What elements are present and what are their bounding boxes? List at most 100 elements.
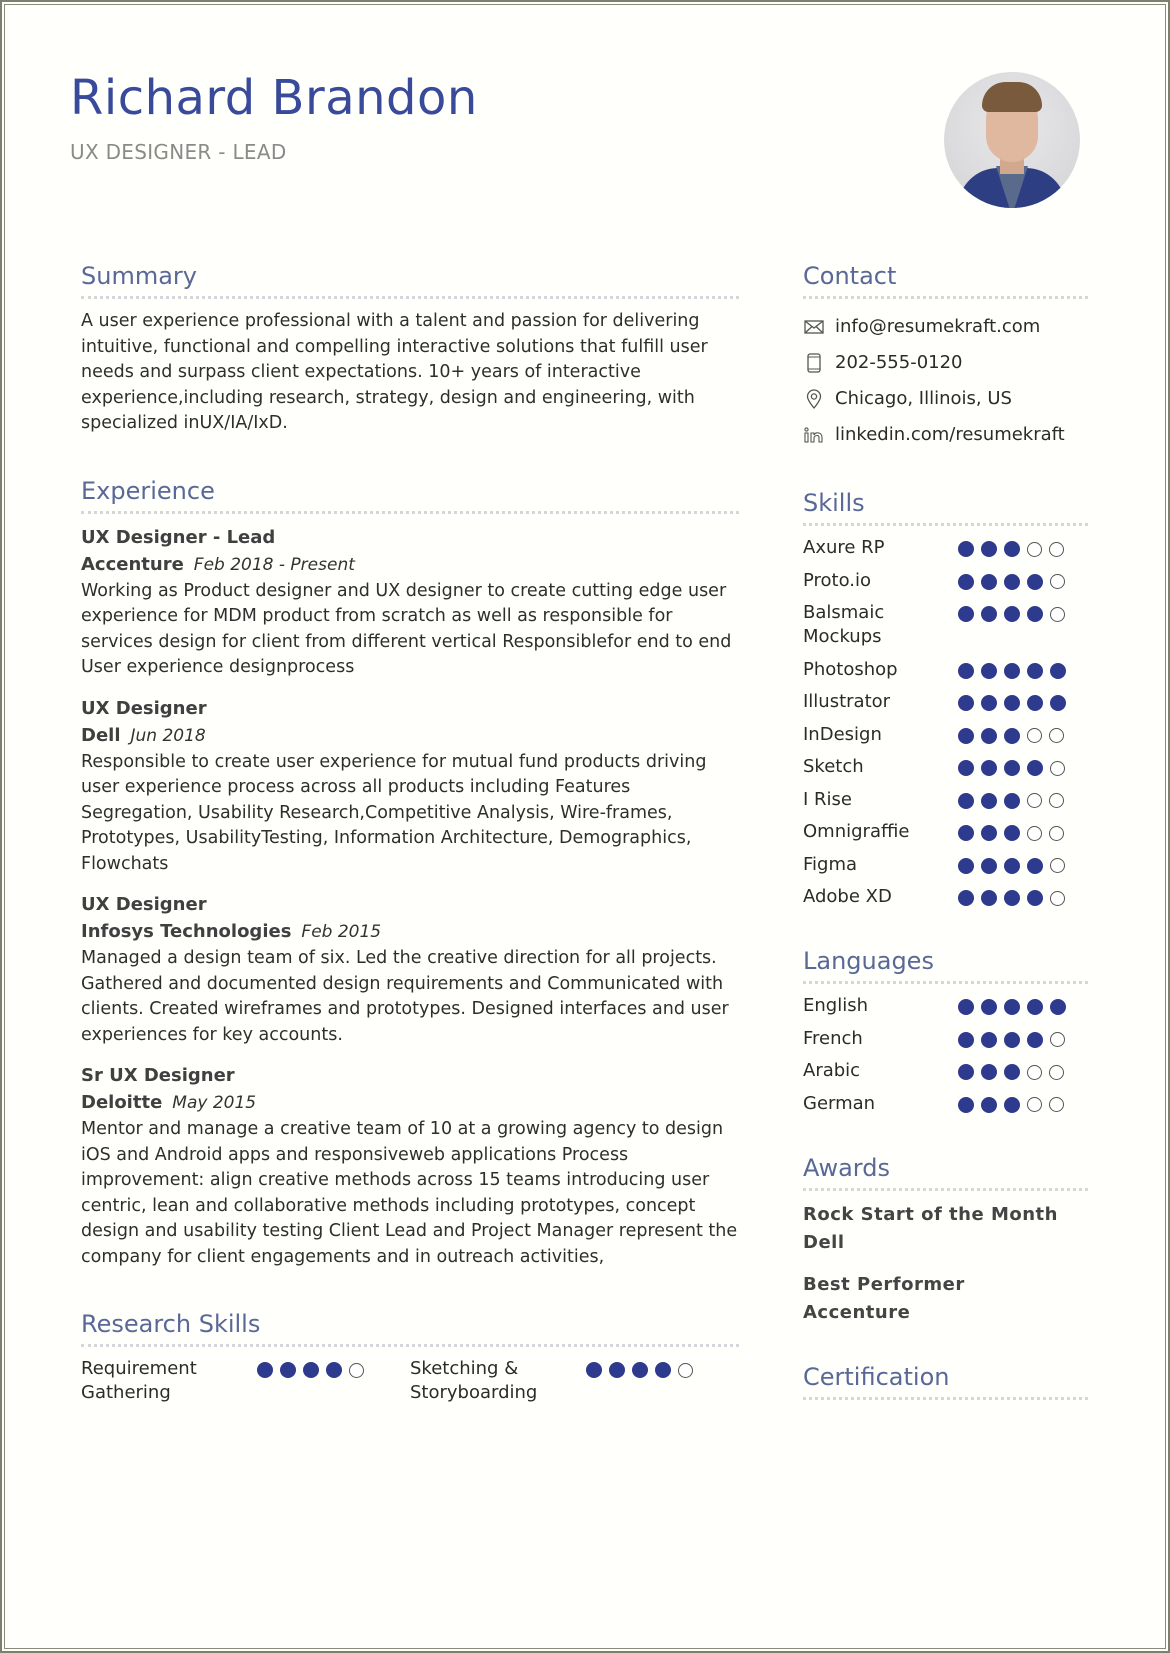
rating-dot-filled — [1027, 606, 1043, 622]
profile-photo — [944, 72, 1080, 208]
languages-label: English — [803, 995, 868, 1016]
rating-dot-filled — [1004, 695, 1020, 711]
languages-item: French — [803, 1027, 1088, 1051]
job-date: Feb 2015 — [301, 922, 382, 942]
rating-dot-empty — [1050, 890, 1065, 906]
rating-dot-filled — [981, 573, 997, 590]
rating-dot-filled — [958, 1031, 974, 1048]
rating-dot-filled — [1027, 857, 1043, 874]
rating-dot-empty — [349, 1362, 364, 1378]
languages-item: English — [803, 994, 1088, 1018]
rating-dot-filled — [958, 890, 974, 906]
skills-item: Figma — [803, 853, 1088, 877]
email-icon — [803, 316, 825, 338]
job-company: Deloitte — [81, 1092, 163, 1113]
rating-dot-filled — [1050, 662, 1066, 679]
rating-dot-filled — [981, 606, 997, 622]
rating-dot-filled — [958, 857, 974, 874]
skills-item: Omnigraffie — [803, 820, 1088, 844]
research-skill-label: Sketching & Storyboarding — [410, 1358, 538, 1403]
job-entry: UX Designer - Lead Accenture Feb 2018 - P… — [81, 524, 739, 681]
rating-dot-filled — [1027, 760, 1043, 776]
rating-dot-filled — [280, 1362, 296, 1378]
rating-dot-filled — [303, 1362, 319, 1378]
rating-dot-empty — [1027, 825, 1042, 841]
rating-dot-empty — [1050, 858, 1065, 873]
rating-dot-filled — [1004, 541, 1020, 557]
rating-dot-filled — [958, 541, 974, 557]
contact-linkedin[interactable]: linkedin.com/resumekraft — [803, 417, 1088, 453]
rating-dots — [958, 820, 1064, 841]
contact-location-text: Chicago, Illinois, US — [835, 388, 1012, 409]
skills-label: Photoshop — [803, 658, 898, 680]
skills-list: Axure RP Proto.io Balsmaic Mockups Photosho… — [803, 536, 1088, 909]
award-org: Accenture — [803, 1301, 911, 1323]
award-item: Best Performer Accenture — [803, 1271, 1088, 1327]
rating-dots — [958, 885, 1065, 906]
rating-dot-filled — [326, 1362, 342, 1378]
skills-item: Adobe XD — [803, 885, 1088, 909]
location-icon — [803, 388, 825, 410]
languages-list: English French Arabic German — [803, 994, 1088, 1116]
summary-section: Summary A user experience professional w… — [81, 262, 739, 437]
job-title: Sr UX Designer — [81, 1065, 235, 1086]
rating-dots — [958, 853, 1065, 874]
rating-dot-empty — [1050, 606, 1065, 622]
skills-item: Illustrator — [803, 690, 1088, 714]
contact-linkedin-text[interactable]: linkedin.com/resumekraft — [835, 417, 1065, 453]
rating-dot-filled — [981, 727, 997, 744]
rating-dots — [958, 1027, 1065, 1048]
skills-heading: Skills — [803, 489, 1088, 526]
rating-dot-filled — [958, 1096, 974, 1113]
contact-phone[interactable]: 202-555-0120 — [803, 345, 1088, 381]
summary-text: A user experience professional with a ta… — [81, 311, 708, 433]
certification-heading: Certification — [803, 1363, 1088, 1400]
rating-dot-filled — [1027, 1031, 1043, 1048]
sidebar-column: Contact info@resumekraft.com 202-555-012… — [803, 262, 1088, 1410]
rating-dot-filled — [1004, 760, 1020, 776]
rating-dot-filled — [1027, 999, 1043, 1015]
job-date: May 2015 — [172, 1093, 257, 1113]
rating-dot-filled — [958, 760, 974, 776]
rating-dots — [958, 1059, 1064, 1080]
rating-dot-filled — [1004, 857, 1020, 874]
job-company: Dell — [81, 724, 121, 746]
research-skills-list: Requirement Gathering Sketching & Storyb… — [81, 1357, 739, 1405]
skills-label: Figma — [803, 853, 858, 875]
contact-email[interactable]: info@resumekraft.com — [803, 309, 1088, 345]
skills-label: InDesign — [803, 723, 882, 745]
research-skills-section: Research Skills Requirement Gathering Sk… — [81, 1310, 739, 1405]
rating-dot-filled — [1004, 999, 1020, 1015]
rating-dot-empty — [1049, 1064, 1064, 1080]
languages-label: German — [803, 1092, 876, 1114]
rating-dot-filled — [1004, 890, 1020, 906]
job-company: Infosys Technologies — [81, 921, 292, 942]
rating-dot-empty — [1027, 793, 1042, 808]
rating-dot-empty — [1049, 1097, 1064, 1112]
skills-label: Adobe XD — [803, 886, 892, 907]
rating-dot-filled — [1004, 1096, 1020, 1113]
rating-dot-filled — [958, 695, 974, 711]
rating-dot-filled — [1027, 890, 1043, 906]
rating-dot-empty — [1050, 760, 1065, 776]
rating-dot-filled — [958, 792, 974, 809]
skills-label: Omnigraffie — [803, 821, 910, 842]
contact-phone-text[interactable]: 202-555-0120 — [835, 345, 963, 381]
skills-label: I Rise — [803, 788, 852, 810]
contact-email-text[interactable]: info@resumekraft.com — [835, 309, 1040, 345]
skills-item: Balsmaic Mockups — [803, 601, 1088, 649]
rating-dot-filled — [1027, 695, 1043, 711]
skills-section: Skills Axure RP Proto.io Balsmaic Mockups P… — [803, 489, 1088, 909]
rating-dots — [958, 569, 1065, 590]
rating-dot-filled — [1004, 727, 1020, 744]
photo-hair — [982, 82, 1042, 112]
experience-heading: Experience — [81, 477, 739, 514]
job-date: Jun 2018 — [130, 725, 206, 746]
research-skill-label: Requirement Gathering — [81, 1358, 197, 1403]
job-title: UX Designer - Lead — [81, 526, 276, 548]
candidate-name: Richard Brandon — [70, 70, 478, 126]
skills-item: InDesign — [803, 723, 1088, 747]
rating-dot-filled — [257, 1362, 273, 1378]
skills-item: Proto.io — [803, 569, 1088, 593]
skills-item: Axure RP — [803, 536, 1088, 560]
